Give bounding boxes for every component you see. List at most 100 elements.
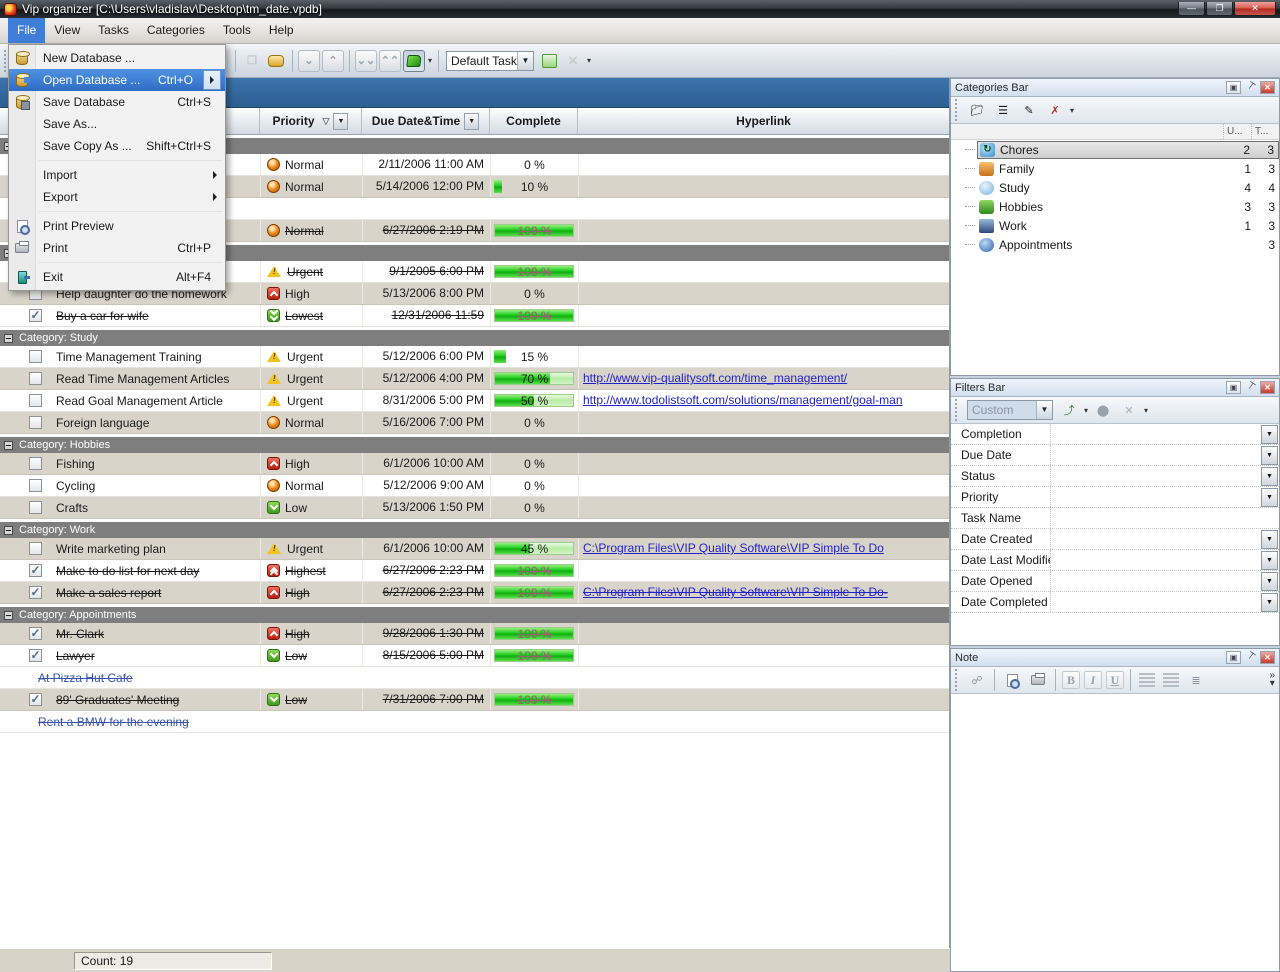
task-row[interactable]: Make to do list for next day Highest 6/2… [0,560,949,582]
task-row[interactable]: Cycling Normal 5/12/2006 9:00 AM 0 % [0,475,949,497]
file-menu-item[interactable]: Export [9,186,225,208]
task-hyperlink[interactable]: C:\Program Files\VIP Quality Software\VI… [583,585,888,599]
category-group-header[interactable]: Category: Work [0,522,949,538]
filter-dropdown-icon[interactable]: ▼ [1261,593,1278,612]
task-name[interactable]: Make a sales report [52,586,260,600]
task-name[interactable]: Cycling [52,479,260,493]
filter-dropdown-icon[interactable]: ▼ [1261,530,1278,549]
filters-close-icon[interactable]: ✕ [1260,381,1275,394]
task-name[interactable]: Buy a car for wife [52,309,260,323]
menu-categories[interactable]: Categories [138,18,214,43]
task-row[interactable]: Foreign language Normal 5/16/2006 7:00 P… [0,412,949,434]
complete-column-header[interactable]: Complete [490,108,578,134]
categories-close-icon[interactable]: ✕ [1260,81,1275,94]
task-name[interactable]: Mr. Clark [52,627,260,641]
task-note-row[interactable]: At Pizza Hut Cafe [0,667,949,689]
task-checkbox[interactable] [29,501,42,514]
italic-button[interactable]: I [1084,671,1102,689]
categories-toolbar-caret[interactable]: ▾ [1070,106,1074,115]
hint-icon[interactable] [265,50,287,72]
close-button[interactable]: ✕ [1234,2,1276,16]
delete-template-icon[interactable]: ✕ [562,50,584,72]
filters-toolbar-caret[interactable]: ▾ [1144,406,1148,415]
task-hyperlink[interactable]: http://www.todolistsoft.com/solutions/ma… [583,393,903,407]
filters-pin-icon[interactable]: ⊤ [1243,381,1258,394]
minimize-button[interactable]: — [1178,2,1205,16]
filter-preset-combo[interactable]: Custom ▼ [967,400,1053,420]
task-name[interactable]: Read Time Management Articles [52,372,260,386]
filters-toolbar-grip[interactable] [955,399,960,421]
file-menu-item[interactable]: Save Copy As ... Shift+Ctrl+S [9,135,225,157]
category-tree-item[interactable]: Family 1 3 [951,159,1279,178]
due-date-column-header[interactable]: Due Date&Time ▼ [362,108,490,134]
menu-tools[interactable]: Tools [214,18,260,43]
task-name[interactable]: Lawyer [52,649,260,663]
task-row[interactable]: Crafts Low 5/13/2006 1:50 PM 0 % [0,497,949,519]
attach-icon[interactable]: ❐ [241,50,263,72]
category-tree-item[interactable]: Study 4 4 [951,178,1279,197]
new-category-icon[interactable]: 📁︎ [967,101,987,119]
category-group-header[interactable]: Category: Hobbies [0,437,949,453]
task-checkbox[interactable] [29,350,42,363]
bold-button[interactable]: B [1062,671,1080,689]
filter-dropdown-icon[interactable]: ▼ [1261,572,1278,591]
delete-category-icon[interactable]: ✗ [1045,101,1065,119]
file-menu-item[interactable]: Open Database ... Ctrl+O [9,69,225,91]
apply-template-icon[interactable] [538,50,560,72]
move-up-icon[interactable]: ⌃ [322,50,344,72]
task-hyperlink[interactable]: http://www.vip-qualitysoft.com/time_mana… [583,371,847,385]
menu-tasks[interactable]: Tasks [89,18,138,43]
new-subcategory-icon[interactable]: ☰ [993,101,1013,119]
bullet-list-icon[interactable]: ≣ [1186,671,1206,689]
task-checkbox[interactable] [29,479,42,492]
task-row[interactable]: Lawyer Low 8/15/2006 5:00 PM 100 % [0,645,949,667]
category-tree-item[interactable]: Appointments 3 [951,235,1279,254]
note-toolbar-overflow[interactable]: »▾ [1269,672,1275,688]
task-hyperlink[interactable]: C:\Program Files\VIP Quality Software\VI… [583,541,884,555]
move-bottom-icon[interactable]: ⌄⌄ [355,50,377,72]
file-menu-item[interactable]: New Database ... [9,47,225,69]
priority-filter-dropdown-icon[interactable]: ▼ [333,113,348,130]
file-menu-item[interactable]: Import [9,164,225,186]
menu-view[interactable]: View [45,18,89,43]
note-close-icon[interactable]: ✕ [1260,651,1275,664]
categories-restore-icon[interactable]: ▣ [1226,81,1241,94]
save-filter-icon[interactable]: ⤴ [1059,401,1079,419]
filter-dropdown-icon[interactable]: ▼ [1261,551,1278,570]
align-right-icon[interactable] [1163,673,1179,687]
delete-filter-icon[interactable]: ✕ [1119,401,1139,419]
note-restore-icon[interactable]: ▣ [1226,651,1241,664]
file-menu-item[interactable]: Print Preview [9,215,225,237]
task-name[interactable]: Crafts [52,501,260,515]
filters-restore-icon[interactable]: ▣ [1226,381,1241,394]
category-tree-item[interactable]: ↻ Chores 2 3 [951,140,1279,159]
task-checkbox[interactable] [29,627,42,640]
file-menu-item[interactable]: Print Ctrl+P [9,237,225,259]
note-content[interactable] [951,694,1279,963]
underline-button[interactable]: U [1106,671,1124,689]
clear-filter-icon[interactable]: ⬤ [1093,401,1113,419]
task-checkbox[interactable] [29,586,42,599]
due-filter-dropdown-icon[interactable]: ▼ [464,113,479,130]
task-row[interactable]: Time Management Training Urgent 5/12/200… [0,346,949,368]
categories-pin-icon[interactable]: ⊤ [1243,81,1258,94]
task-row[interactable]: Fishing High 6/1/2006 10:00 AM 0 % [0,453,949,475]
note-toolbar-grip[interactable] [955,669,960,691]
show-completed-toggle[interactable] [403,50,425,72]
category-tree-item[interactable]: Work 1 3 [951,216,1279,235]
task-checkbox[interactable] [29,309,42,322]
task-checkbox[interactable] [29,416,42,429]
task-name[interactable]: Time Management Training [52,350,260,364]
collapse-group-icon[interactable] [4,611,13,620]
task-name[interactable]: Foreign language [52,416,260,430]
note-print-icon[interactable] [1028,671,1048,689]
menu-file[interactable]: File [8,18,45,43]
uncompleted-column-header[interactable]: U... [1223,124,1251,139]
filter-dropdown-icon[interactable]: ▼ [1261,446,1278,465]
category-group-header[interactable]: Category: Study [0,330,949,346]
edit-category-icon[interactable]: ✎ [1019,101,1039,119]
task-name[interactable]: 89' Graduates' Meeting [52,693,260,707]
task-row[interactable]: Mr. Clark High 9/28/2006 1:30 PM 100 % [0,623,949,645]
filter-dropdown-icon[interactable]: ▼ [1261,425,1278,444]
task-row[interactable]: Write marketing plan Urgent 6/1/2006 10:… [0,538,949,560]
